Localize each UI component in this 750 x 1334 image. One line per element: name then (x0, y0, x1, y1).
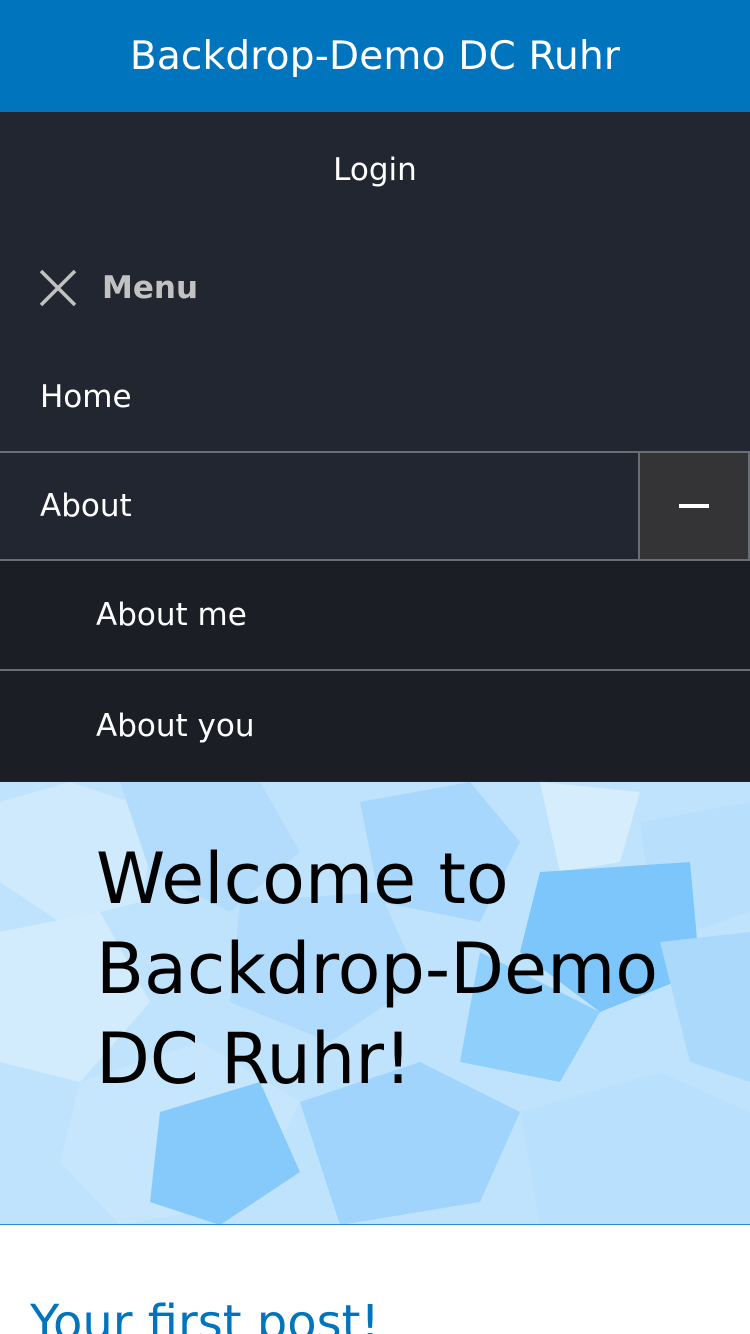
collapse-submenu-button[interactable] (638, 451, 750, 561)
hero-title: Welcome to Backdrop-Demo DC Ruhr! (96, 838, 659, 1100)
login-link[interactable]: Login (333, 152, 417, 188)
main-navigation: Login Menu Home About About me About you (0, 112, 750, 782)
site-name-link[interactable]: Backdrop-Demo DC Ruhr (130, 34, 620, 79)
submenu-item-about-you[interactable]: About you (0, 671, 750, 781)
main-content: Your first post! (0, 1225, 750, 1334)
hero-banner: Welcome to Backdrop-Demo DC Ruhr! (0, 782, 750, 1225)
minus-icon (679, 504, 709, 508)
menu-toggle-button[interactable]: Menu (38, 264, 198, 312)
post-title-link[interactable]: Your first post! (30, 1295, 380, 1334)
menu-label: Menu (102, 270, 199, 306)
close-icon (39, 269, 77, 307)
user-menu: Login (0, 112, 750, 228)
site-header: Backdrop-Demo DC Ruhr (0, 0, 750, 112)
submenu-item-about-me[interactable]: About me (0, 561, 750, 671)
menu-item-home[interactable]: Home (0, 342, 750, 451)
